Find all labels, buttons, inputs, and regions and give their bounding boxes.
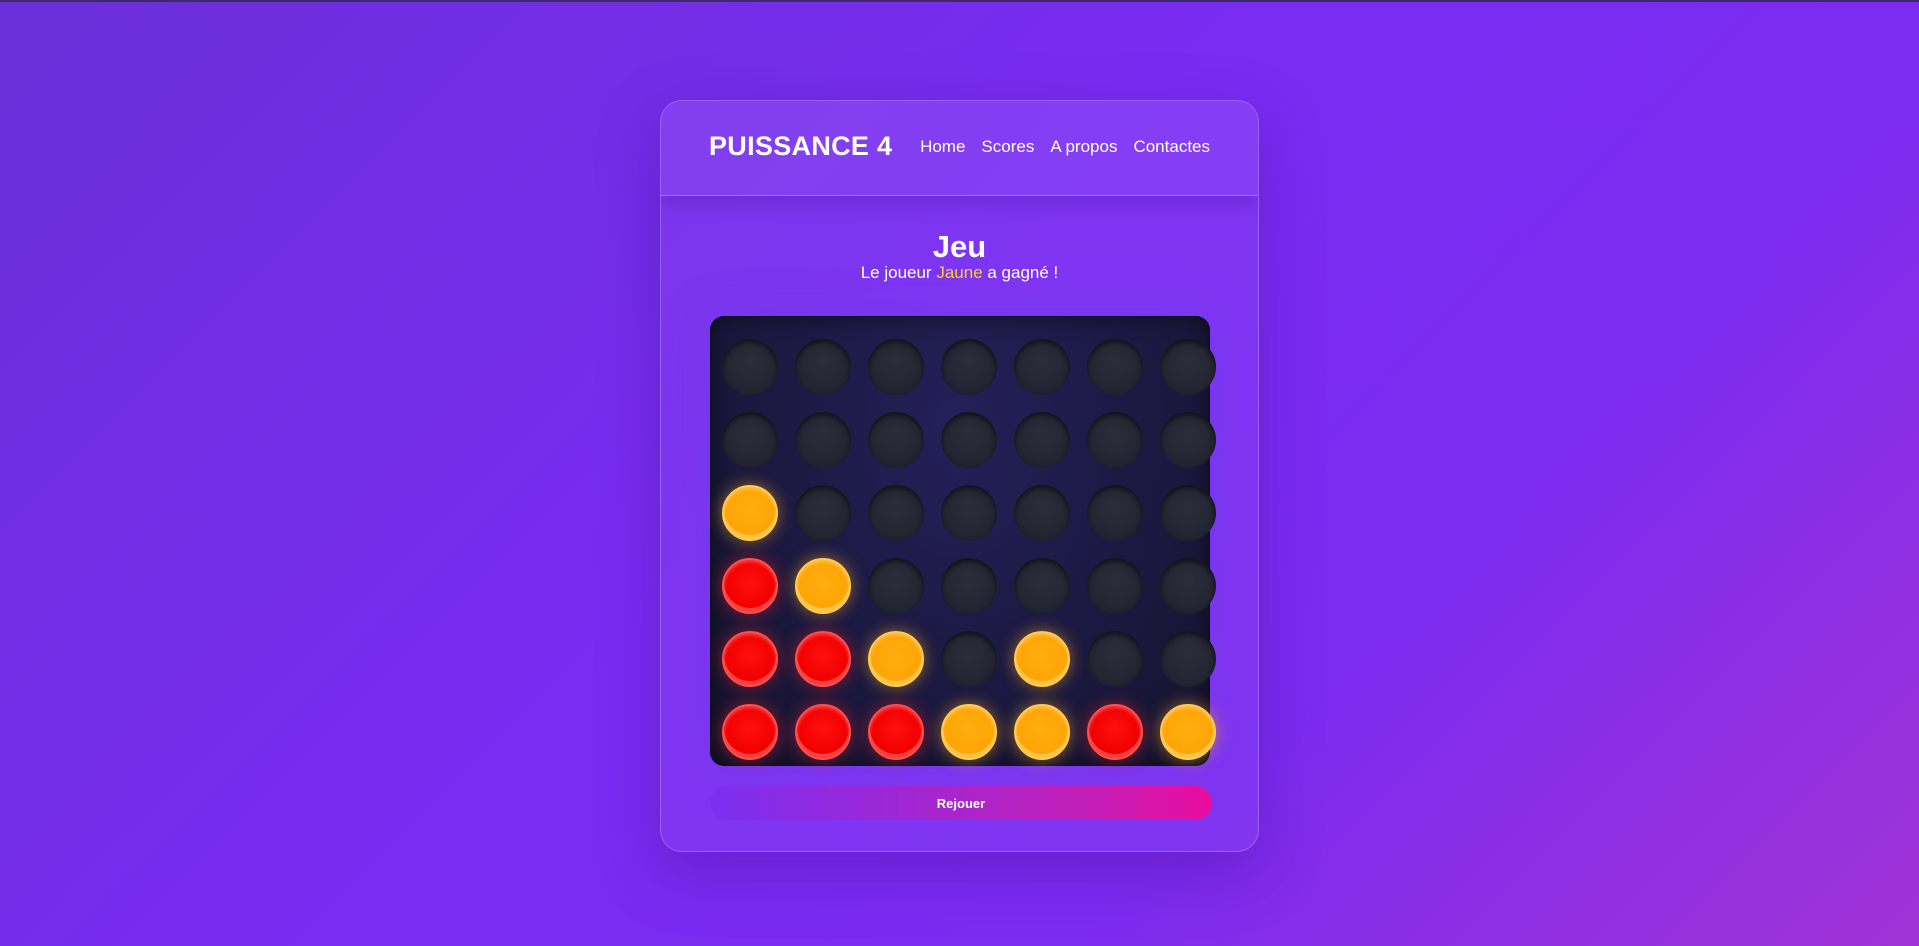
header: PUISSANCE 4 Home Scores A propos Contact… [661,101,1258,196]
replay-button[interactable]: Rejouer [710,786,1212,820]
status-prefix: Le joueur [860,263,937,282]
nav-contacts[interactable]: Contactes [1133,137,1210,157]
empty-slot[interactable] [941,412,997,468]
empty-slot[interactable] [868,558,924,614]
red-token[interactable] [722,631,778,687]
empty-slot[interactable] [941,339,997,395]
empty-slot[interactable] [1014,485,1070,541]
red-token[interactable] [868,704,924,760]
status-suffix: a gagné ! [982,263,1059,282]
game-status: Le joueur Jaune a gagné ! [661,263,1258,283]
empty-slot[interactable] [1014,339,1070,395]
empty-slot[interactable] [1014,412,1070,468]
brand-logo[interactable]: PUISSANCE 4 [709,131,892,162]
game-card: PUISSANCE 4 Home Scores A propos Contact… [660,100,1259,852]
yellow-token[interactable] [941,704,997,760]
empty-slot[interactable] [1014,558,1070,614]
nav-scores[interactable]: Scores [981,137,1034,157]
yellow-token[interactable] [1014,631,1070,687]
empty-slot[interactable] [1160,485,1216,541]
red-token[interactable] [795,704,851,760]
winner-name: Jaune [936,263,983,282]
yellow-token[interactable] [795,558,851,614]
empty-slot[interactable] [868,485,924,541]
red-token[interactable] [1087,704,1143,760]
yellow-token[interactable] [1014,704,1070,760]
empty-slot[interactable] [1087,485,1143,541]
empty-slot[interactable] [1087,631,1143,687]
empty-slot[interactable] [941,631,997,687]
nav-home[interactable]: Home [920,137,965,157]
empty-slot[interactable] [795,412,851,468]
empty-slot[interactable] [1160,412,1216,468]
main-nav: Home Scores A propos Contactes [920,137,1210,157]
empty-slot[interactable] [941,558,997,614]
nav-about[interactable]: A propos [1050,137,1117,157]
yellow-token[interactable] [868,631,924,687]
empty-slot[interactable] [1160,631,1216,687]
red-token[interactable] [795,631,851,687]
empty-slot[interactable] [1087,558,1143,614]
yellow-token[interactable] [722,485,778,541]
empty-slot[interactable] [1160,558,1216,614]
empty-slot[interactable] [722,412,778,468]
red-token[interactable] [722,558,778,614]
empty-slot[interactable] [941,485,997,541]
empty-slot[interactable] [795,485,851,541]
yellow-token[interactable] [1160,704,1216,760]
empty-slot[interactable] [868,412,924,468]
empty-slot[interactable] [1087,339,1143,395]
game-board[interactable] [710,316,1216,766]
empty-slot[interactable] [722,339,778,395]
page-title: Jeu [932,229,987,264]
empty-slot[interactable] [868,339,924,395]
empty-slot[interactable] [1087,412,1143,468]
empty-slot[interactable] [795,339,851,395]
empty-slot[interactable] [1160,339,1216,395]
red-token[interactable] [722,704,778,760]
